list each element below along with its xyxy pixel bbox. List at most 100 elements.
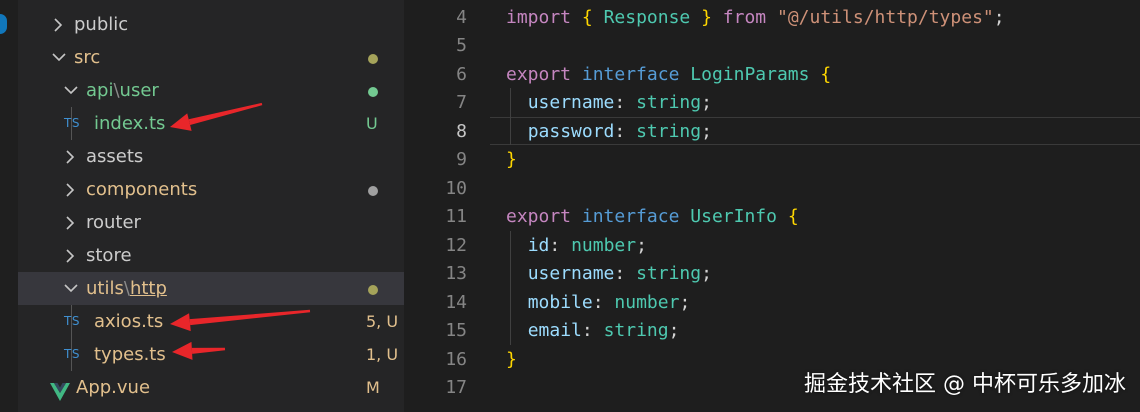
line-number: 11 [445,206,467,227]
arrow-head-icon [172,341,193,360]
code-token: : [592,291,615,313]
code-token: "@/utils/http/types" [777,6,994,28]
code-token: } [701,6,712,28]
code-text: export interface LoginParams { [506,61,831,90]
line-number: 8 [456,120,467,142]
code-token: : [614,92,637,113]
code-token: import [506,6,572,28]
line-number: 16 [445,348,467,370]
code-token: : [614,120,637,142]
code-line[interactable]: 15 email: string; [404,317,1140,346]
arrow-shaft [188,102,263,126]
code-line[interactable]: 6 export interface LoginParams { [404,61,1140,90]
code-text: mobile: number; [506,289,691,318]
code-token: number [571,234,637,256]
code-token: export [506,63,572,85]
code-token: ; [701,263,712,284]
code-token: username [527,92,615,113]
code-token: { [581,6,593,28]
code-token: { [820,63,832,85]
line-number: 5 [456,35,467,56]
code-line[interactable]: 10 [404,175,1140,204]
code-token: ; [701,92,712,113]
code-line[interactable]: 4 import { Response } from "@/utils/http/… [404,4,1140,33]
watermark: 掘金技术社区 @ 中杯可乐多加冰 [804,372,1126,397]
code-token: ; [701,120,712,142]
code-token: string [636,92,702,113]
code-text: username: string; [506,89,712,118]
code-token: UserInfo [690,206,777,227]
code-text: password: string; [506,118,712,147]
arrow-shaft [191,347,226,354]
code-token: email [527,320,582,341]
code-token: string [603,320,669,341]
line-number: 9 [456,149,467,170]
code-token: } [506,348,517,370]
code-token: username [527,263,615,284]
code-token: ; [679,291,691,313]
code-token: from [722,6,767,28]
code-token: ; [993,6,1005,28]
code-token: { [787,206,799,227]
code-token: : [614,263,637,284]
arrow-shaft [189,309,311,326]
code-token: ; [636,234,647,256]
code-token: : [581,320,604,341]
code-token: interface [581,63,680,85]
code-text: username: string; [506,260,712,289]
line-number: 15 [445,320,467,341]
arrow-head-icon [170,113,192,131]
arrow-head-icon [170,313,191,332]
line-number: 10 [445,177,467,199]
line-number: 17 [445,377,467,398]
code-token: Response [603,6,691,28]
code-editor[interactable]: 4 import { Response } from "@/utils/http/… [404,0,1140,412]
code-text: id: number; [506,232,647,261]
code-token: } [506,149,517,170]
code-token: password [527,120,615,142]
code-token: string [636,120,702,142]
code-line[interactable]: 5 [404,32,1140,61]
code-line[interactable]: 8 password: string; [404,118,1140,147]
code-line[interactable]: 12 id: number; [404,232,1140,261]
line-number: 14 [445,291,467,313]
code-text: } [506,146,517,175]
annotation-arrows [170,102,311,360]
code-token: number [614,291,680,313]
code-token: LoginParams [690,63,810,85]
code-line[interactable]: 14 mobile: number; [404,289,1140,318]
code-token: export [506,206,572,227]
code-line[interactable]: 13 username: string; [404,260,1140,289]
code-token: interface [581,206,680,227]
file-explorer: public src api\user TS index.ts Uassets compon… [0,0,404,412]
line-number: 7 [456,92,467,113]
code-line[interactable]: 11 export interface UserInfo { [404,203,1140,232]
code-token: : [549,234,572,256]
code-text: export interface UserInfo { [506,203,799,232]
code-token: id [527,234,550,256]
line-number: 6 [456,63,467,85]
line-number: 13 [445,263,467,284]
code-token: mobile [527,291,593,313]
code-text: import { Response } from "@/utils/http/t… [506,4,1005,33]
code-token: string [636,263,702,284]
code-text: email: string; [506,317,680,346]
code-line[interactable]: 9} [404,146,1140,175]
code-text: } [506,346,517,375]
code-line[interactable]: 7 username: string; [404,89,1140,118]
